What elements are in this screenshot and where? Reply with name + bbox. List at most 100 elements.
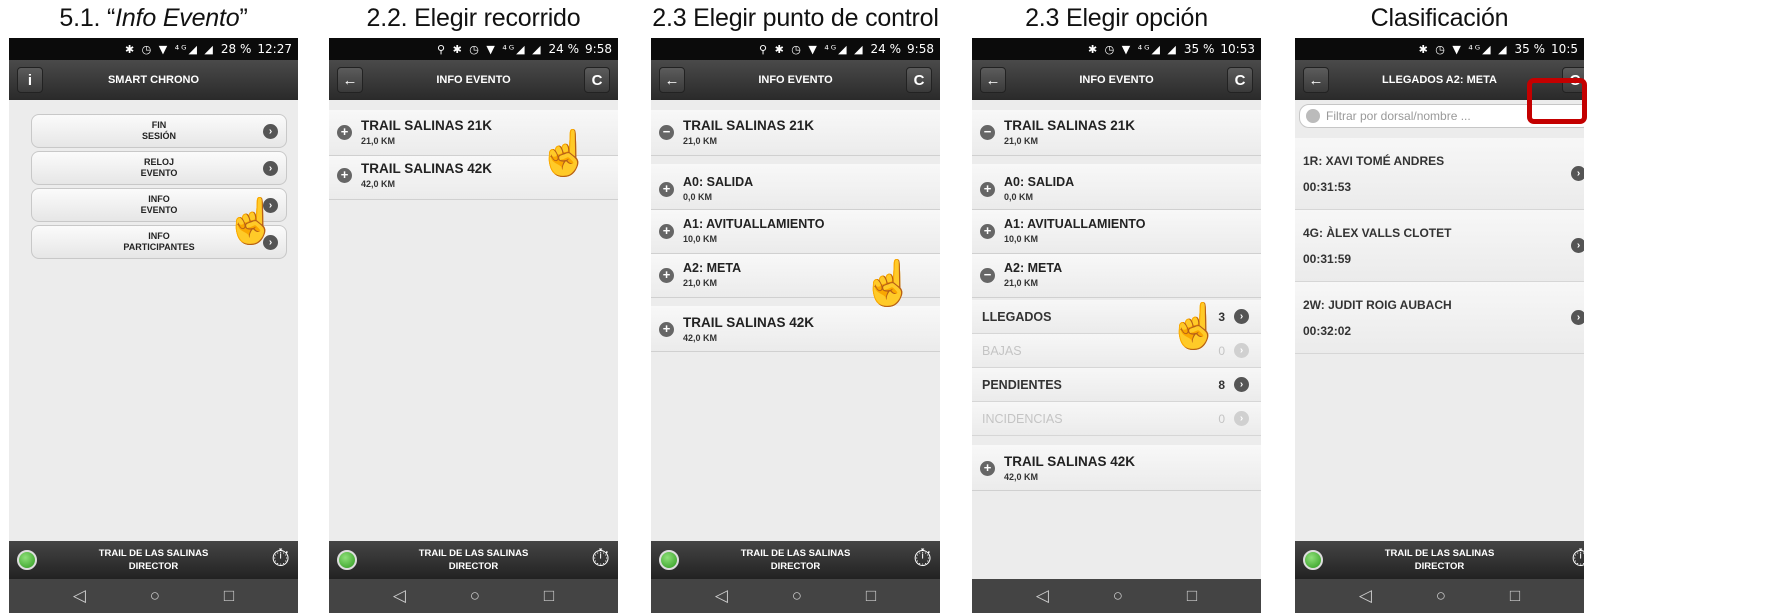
app-bar: ← INFO EVENTO C bbox=[651, 60, 940, 100]
nav-back-icon[interactable]: ◁ bbox=[1036, 586, 1049, 606]
ranking-row[interactable]: 1R: XAVI TOMÉ ANDRES 00:31:53 › bbox=[1295, 138, 1584, 210]
plus-icon: + bbox=[980, 461, 995, 476]
route-distance: 21,0 KM bbox=[1004, 136, 1039, 146]
nav-back-icon[interactable]: ◁ bbox=[715, 586, 728, 606]
button-label: EVENTO bbox=[140, 168, 178, 178]
event-footer: TRAIL DE LAS SALINAS DIRECTOR ⏱ bbox=[651, 541, 940, 579]
battery-level: 28 % bbox=[220, 42, 252, 56]
button-label: FIN bbox=[151, 120, 167, 130]
caption-panel-4: 2.3 Elegir opción bbox=[1025, 4, 1208, 32]
phone-screen: ⚲ ✱ ◷ ▼ ⁴ᴳ◢ ◢ 24 % 9:58 ← INFO EVENTO C … bbox=[651, 38, 940, 613]
nav-home-icon[interactable]: ○ bbox=[470, 586, 480, 606]
route-name: TRAIL SALINAS 21K bbox=[361, 118, 493, 133]
route-item[interactable]: + TRAIL SALINAS 42K 42,0 KM bbox=[972, 445, 1261, 491]
android-nav-bar: ◁ ○ □ bbox=[329, 579, 618, 613]
route-item-expanded[interactable]: − TRAIL SALINAS 21K 21,0 KM bbox=[972, 110, 1261, 156]
checkpoint-distance: 0,0 KM bbox=[683, 192, 713, 202]
fin-sesion-button[interactable]: FIN SESIÓN › bbox=[31, 114, 287, 148]
app-title: LLEGADOS A2: META bbox=[1382, 74, 1497, 86]
chevron-right-icon: › bbox=[263, 124, 278, 139]
plus-icon: + bbox=[980, 182, 995, 197]
nav-home-icon[interactable]: ○ bbox=[1436, 586, 1446, 606]
option-label: BAJAS bbox=[982, 344, 1022, 358]
option-pendientes[interactable]: PENDIENTES 8 › bbox=[972, 368, 1261, 402]
status-icons: ⚲ ✱ ◷ ▼ ⁴ᴳ◢ ◢ bbox=[759, 42, 865, 56]
checkpoint-name: A1: AVITUALLAMIENTO bbox=[683, 217, 825, 231]
status-bar: ⚲ ✱ ◷ ▼ ⁴ᴳ◢ ◢ 24 % 9:58 bbox=[329, 38, 618, 60]
status-icons: ✱ ◷ ▼ ⁴ᴳ◢ ◢ bbox=[1087, 42, 1178, 56]
status-icons: ✱ ◷ ▼ ⁴ᴳ◢ ◢ bbox=[1418, 42, 1509, 56]
route-distance: 42,0 KM bbox=[683, 333, 718, 343]
back-button[interactable]: ← bbox=[337, 67, 363, 93]
reloj-evento-button[interactable]: RELOJ EVENTO › bbox=[31, 151, 287, 185]
nav-recent-icon[interactable]: □ bbox=[866, 586, 876, 606]
ranking-row[interactable]: 4G: ÀLEX VALLS CLOTET 00:31:59 › bbox=[1295, 210, 1584, 282]
event-footer: TRAIL DE LAS SALINAS DIRECTOR ⏱ bbox=[9, 541, 298, 579]
event-name: TRAIL DE LAS SALINAS bbox=[418, 548, 529, 559]
refresh-button[interactable]: C bbox=[906, 67, 932, 93]
info-button[interactable]: i bbox=[17, 67, 43, 93]
checkpoint-item[interactable]: + A0: SALIDA 0,0 KM bbox=[972, 164, 1261, 210]
checkpoint-item-expanded[interactable]: − A2: META 21,0 KM bbox=[972, 254, 1261, 298]
ranking-row[interactable]: 2W: JUDIT ROIG AUBACH 00:32:02 › bbox=[1295, 282, 1584, 354]
menu-content: FIN SESIÓN › RELOJ EVENTO › INFO EVENTO › I… bbox=[9, 100, 298, 541]
minus-icon: − bbox=[659, 125, 674, 140]
checkpoint-item[interactable]: + A1: AVITUALLAMIENTO 10,0 KM bbox=[972, 210, 1261, 254]
option-count: 8 bbox=[1218, 378, 1225, 392]
nav-recent-icon[interactable]: □ bbox=[544, 586, 554, 606]
status-icons: ✱ ◷ ▼ ⁴ᴳ◢ ◢ bbox=[124, 42, 215, 56]
chevron-right-icon: › bbox=[1234, 411, 1249, 426]
nav-recent-icon[interactable]: □ bbox=[224, 586, 234, 606]
search-icon bbox=[1306, 109, 1320, 123]
nav-recent-icon[interactable]: □ bbox=[1510, 586, 1520, 606]
route-name: TRAIL SALINAS 42K bbox=[683, 315, 815, 330]
checkpoint-distance: 0,0 KM bbox=[1004, 192, 1034, 202]
button-label: RELOJ bbox=[143, 157, 174, 167]
chevron-right-icon: › bbox=[1571, 166, 1584, 181]
back-button[interactable]: ← bbox=[1303, 67, 1329, 93]
android-nav-bar: ◁ ○ □ bbox=[651, 579, 940, 613]
nav-home-icon[interactable]: ○ bbox=[150, 586, 160, 606]
event-name: TRAIL DE LAS SALINAS bbox=[98, 548, 209, 559]
app-title: INFO EVENTO bbox=[1079, 74, 1154, 86]
refresh-button[interactable]: C bbox=[584, 67, 610, 93]
button-label: SESIÓN bbox=[141, 131, 176, 141]
battery-level: 24 % bbox=[548, 42, 580, 56]
back-button[interactable]: ← bbox=[980, 67, 1006, 93]
checkpoint-name: A2: META bbox=[1004, 261, 1063, 275]
phone-screen: ✱ ◷ ▼ ⁴ᴳ◢ ◢ 35 % 10:53 ← INFO EVENTO C −… bbox=[972, 38, 1261, 613]
nav-back-icon[interactable]: ◁ bbox=[73, 586, 86, 606]
checkpoint-distance: 21,0 KM bbox=[1004, 278, 1039, 288]
battery-level: 35 % bbox=[1183, 42, 1215, 56]
checkpoint-item[interactable]: + A1: AVITUALLAMIENTO 10,0 KM bbox=[651, 210, 940, 254]
status-light-icon bbox=[1303, 550, 1323, 570]
app-bar: i SMART CHRONO bbox=[9, 60, 298, 100]
nav-home-icon[interactable]: ○ bbox=[1113, 586, 1123, 606]
panel-elegir-punto-control: 2.3 Elegir punto de control ⚲ ✱ ◷ ▼ ⁴ᴳ◢ … bbox=[651, 0, 940, 613]
status-bar: ✱ ◷ ▼ ⁴ᴳ◢ ◢ 28 % 12:27 bbox=[9, 38, 298, 60]
stopwatch-icon[interactable]: ⏱ bbox=[913, 546, 932, 572]
stopwatch-icon[interactable]: ⏱ bbox=[1571, 546, 1584, 572]
event-name: TRAIL DE LAS SALINAS bbox=[1384, 548, 1495, 559]
route-distance: 42,0 KM bbox=[1004, 472, 1039, 482]
event-footer: TRAIL DE LAS SALINAS DIRECTOR ⏱ bbox=[329, 541, 618, 579]
back-button[interactable]: ← bbox=[659, 67, 685, 93]
nav-back-icon[interactable]: ◁ bbox=[1359, 586, 1372, 606]
nav-recent-icon[interactable]: □ bbox=[1187, 586, 1197, 606]
user-role: DIRECTOR bbox=[1414, 561, 1465, 572]
route-item-expanded[interactable]: − TRAIL SALINAS 21K 21,0 KM bbox=[651, 110, 940, 156]
status-icons: ⚲ ✱ ◷ ▼ ⁴ᴳ◢ ◢ bbox=[437, 42, 543, 56]
phone-screen: ✱ ◷ ▼ ⁴ᴳ◢ ◢ 28 % 12:27 i SMART CHRONO FI… bbox=[9, 38, 298, 613]
android-nav-bar: ◁ ○ □ bbox=[972, 579, 1261, 613]
minus-icon: − bbox=[980, 125, 995, 140]
refresh-button[interactable]: C bbox=[1227, 67, 1253, 93]
route-name: TRAIL SALINAS 42K bbox=[1004, 454, 1136, 469]
checkpoint-item[interactable]: + A0: SALIDA 0,0 KM bbox=[651, 164, 940, 210]
nav-home-icon[interactable]: ○ bbox=[792, 586, 802, 606]
route-item[interactable]: + TRAIL SALINAS 42K 42,0 KM bbox=[651, 306, 940, 352]
stopwatch-icon[interactable]: ⏱ bbox=[271, 546, 290, 572]
panel-elegir-recorrido: 2.2. Elegir recorrido ⚲ ✱ ◷ ▼ ⁴ᴳ◢ ◢ 24 %… bbox=[329, 0, 618, 613]
chevron-right-icon: › bbox=[1571, 238, 1584, 253]
nav-back-icon[interactable]: ◁ bbox=[393, 586, 406, 606]
stopwatch-icon[interactable]: ⏱ bbox=[591, 546, 610, 572]
